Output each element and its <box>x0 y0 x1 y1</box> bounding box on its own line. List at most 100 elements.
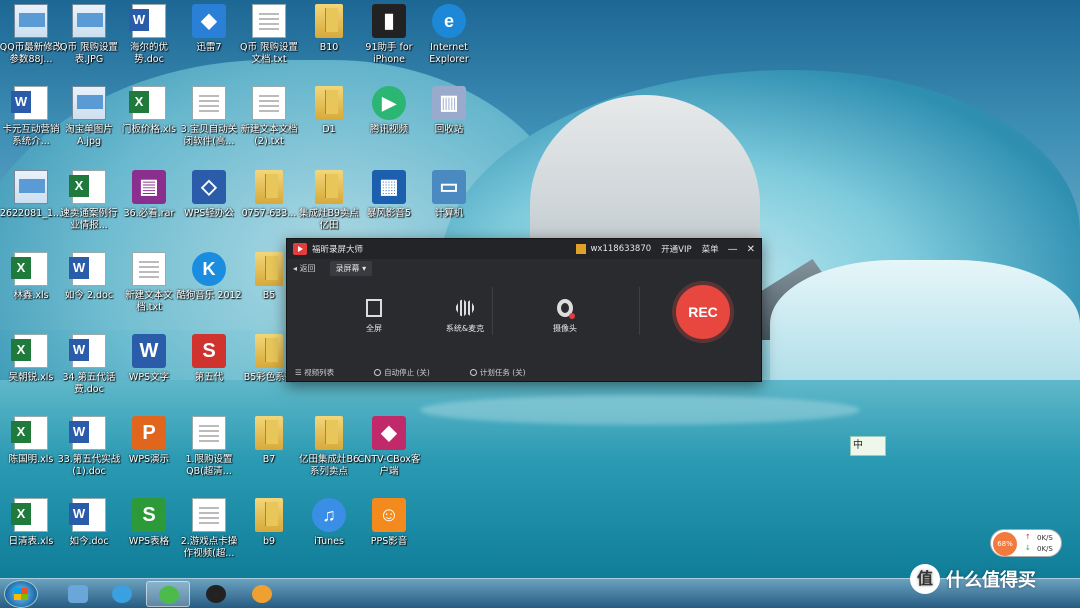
desktop-icon[interactable]: 新建文本文档.txt <box>118 248 180 330</box>
camera-icon <box>557 299 575 319</box>
recorder-username[interactable]: wx118633870 <box>590 244 651 254</box>
desktop-icon[interactable]: 如今 2.doc <box>58 248 120 330</box>
desktop-icon[interactable]: e Internet Explorer <box>418 0 480 82</box>
app-icon: ◆ <box>192 4 226 38</box>
audio-option[interactable]: 系统&麦克 <box>430 299 500 334</box>
desktop-icon[interactable]: 新建文本文档 (2).txt <box>238 82 300 164</box>
timer-icon <box>469 368 477 376</box>
minimize-button[interactable]: — <box>728 244 738 255</box>
user-avatar-icon[interactable] <box>576 244 587 254</box>
desktop-icon[interactable]: Q币 限购设置表.JPG <box>58 0 120 82</box>
desktop-icon[interactable]: 门板价格.xls <box>118 82 180 164</box>
desktop-icon[interactable]: ▮ 91助手 for iPhone <box>358 0 420 82</box>
taskbar-browser[interactable] <box>100 581 144 607</box>
desktop-icon[interactable]: 海尔的优势.doc <box>118 0 180 82</box>
desktop-icon[interactable]: 34.第五代话费.doc <box>58 330 120 412</box>
menu-button[interactable]: 菜单 <box>702 243 719 255</box>
fullscreen-option[interactable]: 全屏 <box>339 299 409 334</box>
desktop-icon[interactable]: 集成灶B9卖点亿田 <box>298 166 360 248</box>
desktop-icon[interactable]: D1 <box>298 82 360 164</box>
desktop-icon-label: WPS轻办公 <box>184 208 234 219</box>
video-list-link[interactable]: ☰ 视频列表 <box>295 367 354 378</box>
desktop-icon-label: 林鑫.xls <box>13 290 49 301</box>
desktop-icon[interactable]: ◆ CNTV-CBox客户端 <box>358 412 420 494</box>
desktop-icon[interactable]: 2622081_1... <box>0 166 62 248</box>
desktop-icon[interactable]: B7 <box>238 412 300 494</box>
rec-button[interactable]: REC <box>672 281 734 343</box>
desktop-icon[interactable]: 如今.doc <box>58 494 120 576</box>
desktop-icon[interactable]: 1.限购设置QB(超清... <box>178 412 240 494</box>
desktop-icon-label: 3.宝贝自动关闭软件(高... <box>180 124 238 147</box>
rec-divider <box>639 287 640 335</box>
fullscreen-label: 全屏 <box>366 324 382 333</box>
folder-icon <box>315 86 343 120</box>
desktop-icon[interactable]: ▦ 暴风影音5 <box>358 166 420 248</box>
desktop-icon[interactable]: ◇ WPS轻办公 <box>178 166 240 248</box>
taskbar-qq[interactable] <box>194 581 238 607</box>
desktop-icon[interactable]: ◆ 迅雷7 <box>178 0 240 82</box>
desktop-icon[interactable]: B10 <box>298 0 360 82</box>
taskbar-app[interactable] <box>240 581 284 607</box>
desktop-icon[interactable]: 亿田集成灶B6系列卖点 <box>298 412 360 494</box>
desktop-icon-label: 海尔的优势.doc <box>129 42 168 65</box>
app-icon: P <box>132 416 166 450</box>
folder-icon <box>255 498 283 532</box>
desktop-icon[interactable]: 速卖通案例行业情报... <box>58 166 120 248</box>
spreadsheet-icon <box>11 334 48 368</box>
text-file-icon <box>192 86 226 120</box>
camera-option[interactable]: 摄像头 <box>530 299 600 334</box>
app-icon: S <box>192 334 226 368</box>
desktop-icon[interactable]: 33.第五代实战 (1).doc <box>58 412 120 494</box>
desktop-icon[interactable]: ♫ iTunes <box>298 494 360 576</box>
recorder-titlebar[interactable]: 福昕录屏大师 wx118633870 开通VIP 菜单 — ✕ <box>287 239 761 259</box>
desktop-icon[interactable]: S 第五代 <box>178 330 240 412</box>
desktop-icon[interactable]: 2.游戏点卡操作视频(超... <box>178 494 240 576</box>
desktop-icon-label: 淘宝单图片 A.jpg <box>65 124 113 147</box>
desktop-icon[interactable]: P WPS演示 <box>118 412 180 494</box>
desktop-icon[interactable]: 林鑫.xls <box>0 248 62 330</box>
desktop-icon[interactable]: 淘宝单图片 A.jpg <box>58 82 120 164</box>
folder-icon <box>255 416 283 450</box>
ime-indicator[interactable]: 中 <box>850 436 886 456</box>
desktop-icon[interactable]: b9 <box>238 494 300 576</box>
desktop-icon-label: 36.必看.rar <box>123 208 175 219</box>
mode-dropdown[interactable]: 录屏幕 ▾ <box>329 260 373 276</box>
app-icon: W <box>132 334 166 368</box>
taskbar-recorder[interactable] <box>146 581 190 607</box>
desktop-icon[interactable]: 卡元互动营销系统介... <box>0 82 62 164</box>
desktop-icon[interactable]: S WPS表格 <box>118 494 180 576</box>
desktop-icon[interactable]: 0757-633... <box>238 166 300 248</box>
recorder-app-title: 福昕录屏大师 <box>312 245 364 255</box>
desktop-icon-label: 门板价格.xls <box>121 124 177 135</box>
schedule-link[interactable]: 计划任务 (关) <box>469 367 546 378</box>
close-button[interactable]: ✕ <box>747 244 755 255</box>
desktop-icon[interactable]: W WPS文字 <box>118 330 180 412</box>
vip-link[interactable]: 开通VIP <box>661 243 691 255</box>
desktop-icon[interactable]: ▭ 计算机 <box>418 166 480 248</box>
auto-stop-link[interactable]: 自动停止 (关) <box>374 367 450 378</box>
desktop-icon[interactable]: 3.宝贝自动关闭软件(高... <box>178 82 240 164</box>
app-icon: S <box>132 498 166 532</box>
desktop-icon[interactable]: K 酷狗音乐 2012 <box>176 248 242 330</box>
start-button[interactable] <box>4 580 38 608</box>
watermark: 值 什么值得买 <box>910 562 1080 596</box>
word-doc-icon <box>69 498 106 532</box>
word-doc-icon <box>69 252 106 286</box>
upload-arrow-icon: ↑ <box>1025 533 1031 541</box>
network-speed-widget[interactable]: 68% ↑ 0K/S ↓ 0K/S <box>990 529 1062 557</box>
desktop-icon[interactable]: 陈国明.xls <box>0 412 62 494</box>
audio-wave-icon <box>456 299 474 317</box>
desktop-icon[interactable]: ▥ 回收站 <box>418 82 480 164</box>
screen-recorder-window[interactable]: 福昕录屏大师 wx118633870 开通VIP 菜单 — ✕ ◂ 返回 录屏幕… <box>286 238 762 382</box>
back-button[interactable]: ◂ 返回 <box>293 263 316 274</box>
desktop-icon[interactable]: QQ币最新修改参数88J... <box>0 0 62 82</box>
app-icon: e <box>432 4 466 38</box>
desktop-icon[interactable]: ▶ 腾讯视频 <box>358 82 420 164</box>
desktop-icon-label: Internet Explorer <box>429 42 469 65</box>
desktop-icon[interactable]: ▤ 36.必看.rar <box>118 166 180 248</box>
taskbar-explorer[interactable] <box>56 581 100 607</box>
desktop-icon[interactable]: 吴朝锐.xls <box>0 330 62 412</box>
desktop-icon[interactable]: Q币 限购设置文档.txt <box>238 0 300 82</box>
desktop-icon[interactable]: 日清表.xls <box>0 494 62 576</box>
desktop-icon[interactable]: ☺ PPS影音 <box>358 494 420 576</box>
